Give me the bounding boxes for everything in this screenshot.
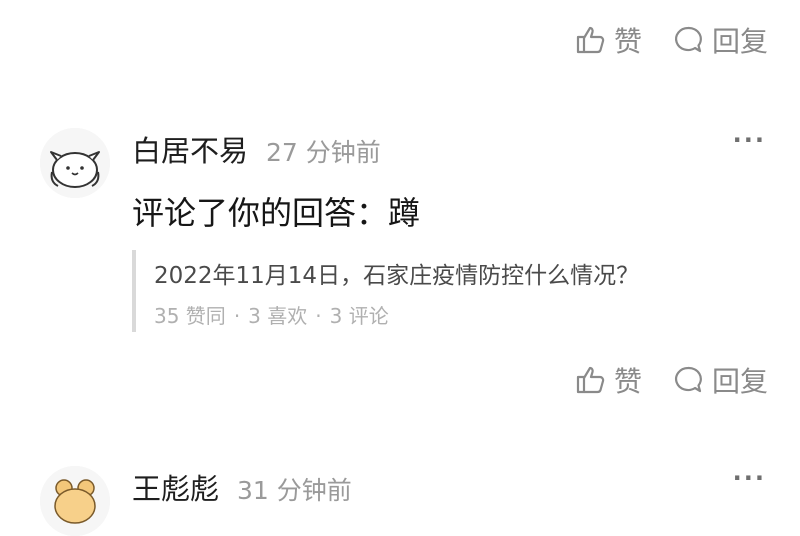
more-icon[interactable]: ··· — [733, 126, 766, 154]
thumbs-up-icon — [574, 364, 606, 396]
action-row: 赞 回复 — [574, 360, 768, 400]
separator-dot: · — [233, 304, 241, 328]
reply-label: 回复 — [711, 365, 768, 398]
bear-avatar-icon — [40, 466, 110, 536]
cat-avatar-icon — [40, 128, 110, 198]
user-name[interactable]: 白居不易 — [132, 134, 248, 168]
reply-button[interactable]: 回复 — [672, 20, 768, 60]
comments-count: 3 评论 — [329, 304, 389, 328]
likes-count: 3 喜欢 — [248, 304, 308, 328]
like-button[interactable]: 赞 — [574, 20, 642, 60]
speech-bubble-icon — [672, 24, 704, 56]
quoted-question[interactable]: 2022年11月14日，石家庄疫情防控什么情况？ 35 赞同 · 3 喜欢 · 3 评论 — [132, 250, 756, 332]
question-stats: 35 赞同 · 3 喜欢 · 3 评论 — [154, 300, 389, 329]
avatar[interactable] — [40, 466, 110, 536]
like-label: 赞 — [613, 365, 642, 398]
action-row-top: 赞 回复 — [574, 20, 768, 60]
like-button[interactable]: 赞 — [574, 360, 642, 400]
like-label: 赞 — [613, 25, 642, 58]
separator-dot: · — [315, 304, 322, 328]
user-name[interactable]: 王彪彪 — [132, 472, 219, 506]
more-icon[interactable]: ··· — [733, 464, 766, 492]
reply-label: 回复 — [711, 25, 768, 58]
timestamp: 31 分钟前 — [237, 476, 352, 505]
comment-text: 评论了你的回答：蹲 — [132, 194, 421, 232]
user-name-row: 白居不易 27 分钟前 — [132, 128, 381, 170]
thumbs-up-icon — [574, 24, 606, 56]
agree-count: 35 赞同 — [154, 304, 226, 328]
timestamp: 27 分钟前 — [266, 138, 381, 167]
reply-button[interactable]: 回复 — [672, 360, 768, 400]
user-name-row: 王彪彪 31 分钟前 — [132, 466, 352, 508]
speech-bubble-icon — [672, 364, 704, 396]
avatar[interactable] — [40, 128, 110, 198]
question-title: 2022年11月14日，石家庄疫情防控什么情况？ — [154, 263, 640, 289]
